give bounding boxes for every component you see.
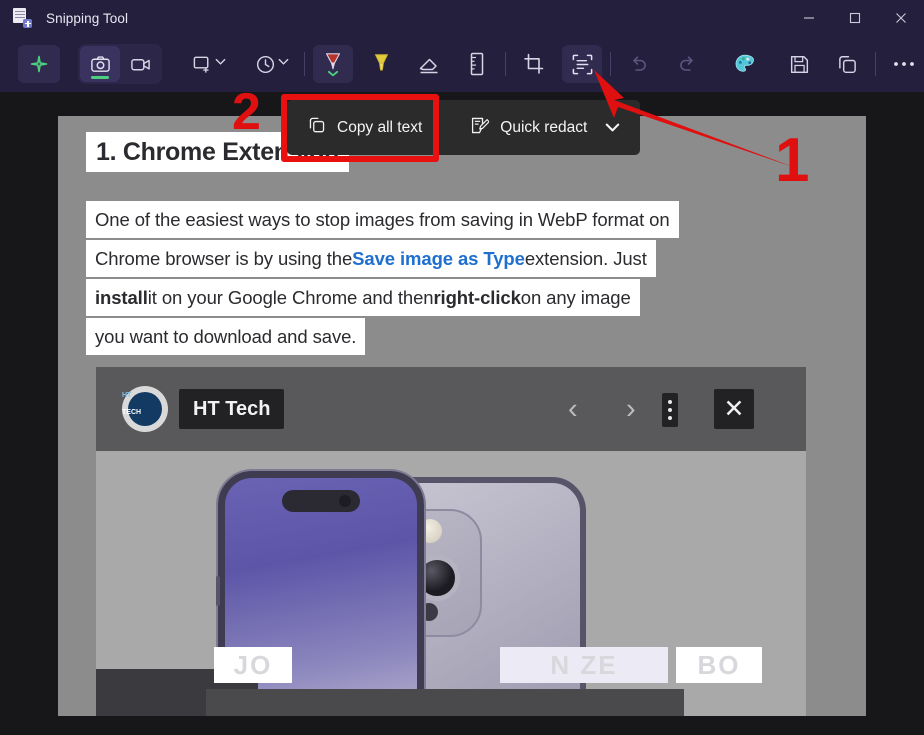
snipping-tool-icon (12, 8, 32, 28)
quick-redact-label: Quick redact (500, 118, 588, 136)
text-run: you want to download and save. (95, 325, 357, 347)
clock-icon (256, 55, 275, 73)
annotation-marker-2: 2 (232, 83, 261, 141)
mode-record-button[interactable] (120, 46, 160, 82)
more-options-button[interactable] (884, 45, 924, 83)
eraser-icon (419, 58, 438, 74)
inner-screenshot: HT TECH HT Tech ‹ › ✕ JO N ZE BO (96, 367, 806, 716)
mode-snip-button[interactable] (80, 46, 120, 82)
chevron-right-icon[interactable]: › (626, 394, 636, 424)
window-controls (786, 0, 924, 36)
snipping-tool-window: Snipping Tool 1. Chrome Extension One of… (0, 0, 924, 735)
capture-mode-group (78, 44, 162, 84)
more-options-icon (894, 62, 914, 66)
text-run: One of the easiest ways to stop images f… (95, 208, 670, 230)
copy-icon (838, 55, 856, 73)
quick-redact-icon (470, 116, 490, 140)
logo-line-2: TECH (122, 409, 142, 416)
text-run-link: Save image as Type (352, 247, 525, 269)
chevron-down-icon (277, 55, 290, 73)
camera-icon (90, 55, 110, 72)
watermark-fragment: N ZE (500, 647, 668, 683)
toolbar-divider (505, 52, 506, 76)
text-run: on any image (520, 286, 631, 308)
highlighter-icon (374, 54, 389, 71)
delay-timer-dropdown[interactable] (249, 45, 296, 83)
minimize-button[interactable] (786, 0, 832, 36)
ballpoint-pen-icon (325, 53, 341, 77)
watermark-fragment: JO (214, 647, 292, 683)
plus-icon (30, 55, 48, 73)
close-button[interactable] (878, 0, 924, 36)
ruler-button[interactable] (457, 45, 497, 83)
chevron-left-icon[interactable]: ‹ (568, 394, 578, 424)
image-bottom-strip (206, 689, 684, 716)
highlighter-button[interactable] (361, 45, 401, 83)
video-camera-icon (130, 58, 150, 70)
snip-shape-dropdown[interactable] (186, 45, 233, 83)
maximize-button[interactable] (832, 0, 878, 36)
text-run-bold: install (95, 286, 148, 308)
watermark-fragment: BO (676, 647, 762, 683)
annotation-marker-1: 1 (775, 126, 810, 195)
site-name-label: HT Tech (179, 389, 285, 429)
logo-line-1: HT (122, 392, 132, 399)
text-run: Chrome browser is by using the (95, 247, 353, 269)
text-run: extension. Just (524, 247, 647, 269)
inner-screenshot-header: HT TECH HT Tech ‹ › ✕ (96, 367, 806, 451)
text-run-bold: right-click (433, 286, 521, 308)
ruler-icon (470, 52, 484, 76)
crop-button[interactable] (514, 45, 554, 83)
chevron-down-icon (214, 55, 227, 73)
more-vertical-icon[interactable] (662, 393, 678, 427)
rectangle-snip-icon (193, 56, 209, 73)
window-title: Snipping Tool (46, 10, 129, 26)
captured-screenshot[interactable]: 1. Chrome Extension One of the easiest w… (58, 116, 866, 716)
text-run: it on your Google Chrome and then (147, 286, 434, 308)
ht-tech-logo-icon: HT TECH (122, 386, 168, 432)
close-x-icon[interactable]: ✕ (714, 389, 754, 429)
title-bar: Snipping Tool (0, 0, 924, 36)
active-mode-indicator (91, 75, 109, 79)
paragraph-line-3: install it on your Google Chrome and the… (86, 279, 640, 316)
annotation-highlight-rect (281, 94, 439, 162)
toolbar-divider (875, 52, 876, 76)
eraser-button[interactable] (409, 45, 449, 83)
crop-icon (524, 53, 544, 74)
new-snip-button[interactable] (18, 45, 60, 83)
paragraph-line-2: Chrome browser is by using the Save imag… (86, 240, 656, 277)
paragraph-line-4: you want to download and save. (86, 318, 366, 355)
paragraph-line-1: One of the easiest ways to stop images f… (86, 201, 679, 238)
copy-button[interactable] (827, 45, 867, 83)
toolbar-divider (304, 52, 305, 76)
ballpoint-pen-button[interactable] (313, 45, 353, 83)
